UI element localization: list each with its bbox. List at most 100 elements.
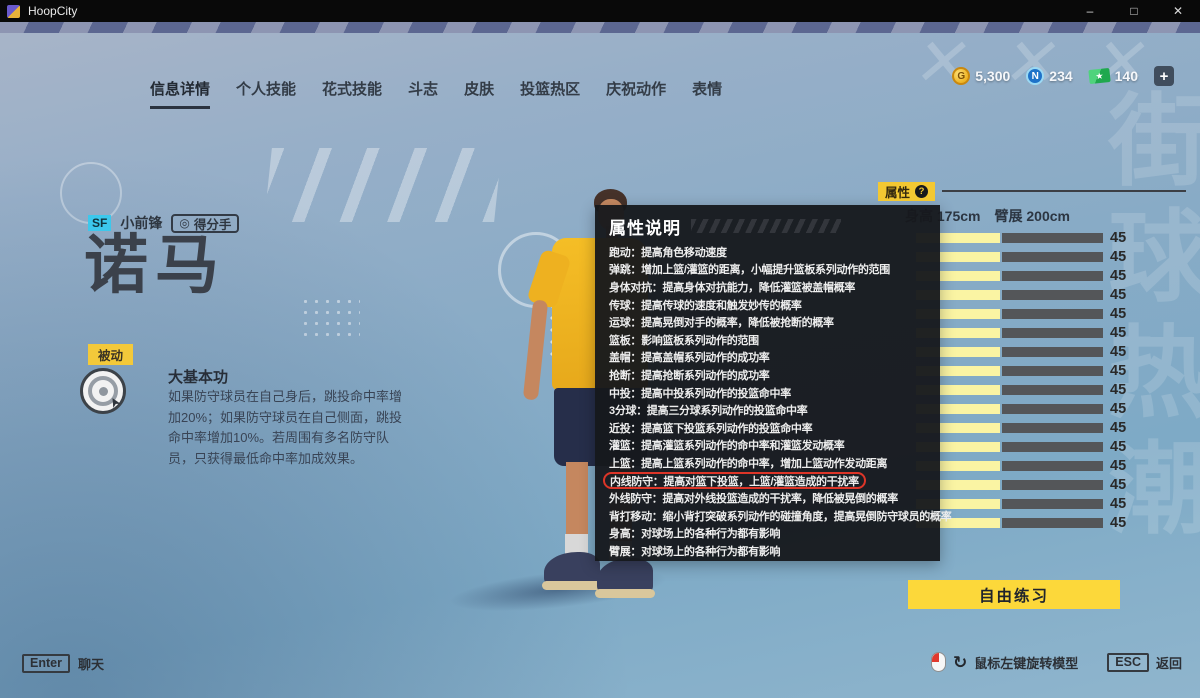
tooltip-title: 属性说明 xyxy=(609,214,681,239)
tooltip-line: 篮板：影响篮板系列动作的范围 xyxy=(609,331,930,349)
stat-bar-row: 45 xyxy=(916,385,1126,395)
decor-stripe-band xyxy=(0,22,1200,33)
tooltip-line: 跑动：提高角色移动速度 xyxy=(609,243,930,261)
tooltip-line: 身高：对球场上的各种行为都有影响 xyxy=(609,525,930,543)
tooltip-line: 身体对抗：提高身体对抗能力，降低灌篮被盖帽概率 xyxy=(609,278,930,296)
position-abbr-badge: SF xyxy=(88,215,111,231)
skill-icon-core xyxy=(99,387,108,396)
tooltip-header: 属性说明 xyxy=(609,214,930,238)
free-practice-button[interactable]: 自由练习 xyxy=(908,580,1120,609)
character-shoe-right xyxy=(597,558,653,594)
stat-value: 45 xyxy=(1110,363,1126,379)
tab-item[interactable]: 庆祝动作 xyxy=(606,78,666,106)
stat-value: 45 xyxy=(1110,382,1126,398)
tab-active[interactable]: 信息详情 xyxy=(150,78,210,109)
tooltip-line: 抢断：提高抢断系列动作的成功率 xyxy=(609,366,930,384)
tooltip-line: 背打移动：缩小背打突破系列动作的碰撞角度，提高晃倒防守球员的概率 xyxy=(609,507,930,525)
attribute-divider-line xyxy=(942,190,1186,192)
add-currency-button[interactable]: + xyxy=(1154,66,1174,86)
stat-bar-track xyxy=(916,309,1103,319)
stat-value: 45 xyxy=(1110,458,1126,474)
player-position-row: SF 小前锋 ◎ 得分手 xyxy=(88,213,239,233)
title-bar: HoopCity – □ ✕ xyxy=(0,0,1200,22)
stat-bar-track xyxy=(916,461,1103,471)
tooltip-line: 3分球：提高三分球系列动作的投篮命中率 xyxy=(609,401,930,419)
stat-bar-track xyxy=(916,385,1103,395)
decor-dot-grid xyxy=(300,296,360,342)
tooltip-line: 盖帽：提高盖帽系列动作的成功率 xyxy=(609,349,930,367)
stat-value: 45 xyxy=(1110,230,1126,246)
tab-item[interactable]: 斗志 xyxy=(408,78,438,106)
position-label: 小前锋 xyxy=(120,213,162,233)
tooltip-line: 灌篮：提高灌篮系列动作的命中率和灌篮发动概率 xyxy=(609,437,930,455)
passive-skill-icon[interactable]: ➤ xyxy=(80,368,126,414)
stat-value: 45 xyxy=(1110,325,1126,341)
stat-value: 45 xyxy=(1110,477,1126,493)
close-button[interactable]: ✕ xyxy=(1156,0,1200,22)
tab-item[interactable]: 投篮热区 xyxy=(520,78,580,106)
stat-bar-row: 45 xyxy=(916,404,1126,414)
currency-value: 5,300 xyxy=(975,68,1010,84)
stat-bar-track xyxy=(916,366,1103,376)
decor-slashes xyxy=(264,148,502,222)
stat-bar-rest xyxy=(1002,309,1103,319)
attribute-tooltip-panel: 属性说明 跑动：提高角色移动速度弹跳：增加上篮/灌篮的距离，小幅提升篮板系列动作… xyxy=(595,205,940,561)
currency-item: N234 xyxy=(1026,67,1072,85)
stat-bar-rest xyxy=(1002,480,1103,490)
stat-bar-rest xyxy=(1002,442,1103,452)
tooltip-line: 传球：提高传球的速度和触发妙传的概率 xyxy=(609,296,930,314)
attribute-help-badge[interactable]: 属性 ? xyxy=(878,182,935,201)
attribute-label: 属性 xyxy=(885,182,910,201)
stat-bar-row: 45 xyxy=(916,442,1126,452)
stat-value: 45 xyxy=(1110,420,1126,436)
stat-bars: 45454545454545454545454545454545 xyxy=(916,233,1126,528)
minimize-button[interactable]: – xyxy=(1068,0,1112,22)
stat-bar-row: 45 xyxy=(916,309,1126,319)
currency-item: ★140 xyxy=(1089,68,1138,84)
tooltip-line: 弹跳：增加上篮/灌篮的距离，小幅提升篮板系列动作的范围 xyxy=(609,261,930,279)
stat-bar-rest xyxy=(1002,233,1103,243)
app-title: HoopCity xyxy=(28,4,77,18)
stat-value: 45 xyxy=(1110,401,1126,417)
stat-value: 45 xyxy=(1110,268,1126,284)
stat-bar-rest xyxy=(1002,423,1103,433)
tooltip-hatch-decor xyxy=(691,219,841,233)
stat-bar-row: 45 xyxy=(916,480,1126,490)
stat-bar-rest xyxy=(1002,461,1103,471)
stat-bar-row: 45 xyxy=(916,423,1126,433)
stat-bar-track xyxy=(916,252,1103,262)
stat-bar-rest xyxy=(1002,518,1103,528)
stat-bar-rest xyxy=(1002,328,1103,338)
stat-bar-track xyxy=(916,233,1103,243)
esc-key-badge[interactable]: ESC xyxy=(1107,653,1149,672)
stat-bar-rest xyxy=(1002,271,1103,281)
stat-value: 45 xyxy=(1110,439,1126,455)
footer-chat-hint: Enter 聊天 xyxy=(22,654,104,673)
tooltip-line: 近投：提高篮下投篮系列动作的投篮命中率 xyxy=(609,419,930,437)
role-label: 得分手 xyxy=(194,214,232,233)
stat-bar-row: 45 xyxy=(916,233,1126,243)
stat-bar-rest xyxy=(1002,347,1103,357)
passive-skill-description: 如果防守球员在自己身后，跳投命中率增加20%；如果防守球员在自己侧面，跳投命中率… xyxy=(168,387,408,469)
question-icon[interactable]: ? xyxy=(915,185,928,198)
chat-label: 聊天 xyxy=(78,654,104,673)
mouse-left-button-icon xyxy=(931,652,946,672)
tab-item[interactable]: 表情 xyxy=(692,78,722,106)
stat-bar-row: 45 xyxy=(916,328,1126,338)
enter-key-badge[interactable]: Enter xyxy=(22,654,70,673)
passive-badge: 被动 xyxy=(88,344,133,365)
tab-item[interactable]: 花式技能 xyxy=(322,78,382,106)
stat-bar-track xyxy=(916,290,1103,300)
game-window: HoopCity – □ ✕ ✕✕✕ 街球热潮 信息详情个人技能花式技能斗志皮肤… xyxy=(0,0,1200,698)
stat-bar-track xyxy=(916,442,1103,452)
tab-item[interactable]: 皮肤 xyxy=(464,78,494,106)
maximize-button[interactable]: □ xyxy=(1112,0,1156,22)
currency-value: 234 xyxy=(1049,68,1072,84)
tooltip-line: 运球：提高晃倒对手的概率，降低被抢断的概率 xyxy=(609,313,930,331)
tab-item[interactable]: 个人技能 xyxy=(236,78,296,106)
currency-item: G5,300 xyxy=(952,67,1010,85)
stat-bar-rest xyxy=(1002,404,1103,414)
passive-skill-title: 大基本功 xyxy=(168,366,228,387)
ticket-icon: ★ xyxy=(1088,68,1110,84)
back-label: 返回 xyxy=(1156,653,1182,672)
